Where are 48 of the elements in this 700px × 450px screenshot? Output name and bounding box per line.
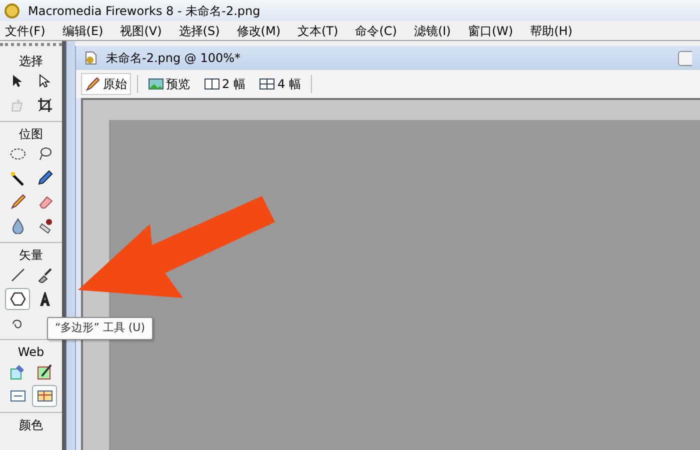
tool-icon	[36, 267, 52, 283]
menu-item[interactable]: 窗口(W)	[468, 22, 514, 40]
section-heading: 矢量	[18, 247, 44, 264]
tool-icon	[36, 218, 52, 234]
tool-icon	[10, 364, 26, 380]
tab-icon	[204, 76, 220, 92]
tool-icon	[10, 170, 26, 186]
menu-item[interactable]: 修改(M)	[236, 22, 280, 40]
window-control-button[interactable]	[678, 50, 692, 66]
menu-item[interactable]: 文本(T)	[298, 22, 338, 40]
menu-item[interactable]: 选择(S)	[178, 22, 220, 40]
document-icon	[84, 51, 98, 65]
tool-icon	[36, 388, 52, 404]
menu-item[interactable]: 命令(C)	[355, 22, 397, 40]
tool-icon	[10, 194, 26, 210]
tool-icon	[36, 146, 52, 162]
tool-icon	[10, 146, 26, 162]
document-title: 未命名-2.png @ 100%*	[106, 50, 241, 67]
tooltip: “多边形” 工具 (U)	[47, 317, 154, 340]
section-heading: Web	[16, 344, 46, 361]
tool-icon	[36, 364, 52, 380]
menu-item[interactable]: 文件(F)	[5, 22, 46, 40]
menu-item[interactable]: 滤镜(I)	[414, 22, 451, 40]
tool-icon	[10, 388, 26, 404]
tool-icon	[10, 267, 26, 283]
tool-icon	[36, 73, 52, 89]
view-tab[interactable]: 预览	[144, 73, 194, 95]
menu-item[interactable]: 编辑(E)	[62, 22, 104, 40]
tool-icon	[36, 97, 52, 113]
section-heading: 位图	[18, 126, 44, 143]
window-title: Macromedia Fireworks 8 - 未命名-2.png	[28, 2, 260, 20]
section-heading: 颜色	[18, 417, 44, 434]
tab-icon	[85, 76, 101, 92]
tab-icon	[259, 76, 276, 92]
menu-item[interactable]: 视图(V)	[120, 22, 162, 40]
view-tab[interactable]: 4 幅	[255, 73, 305, 95]
tool-icon	[36, 170, 52, 186]
tab-icon	[148, 76, 164, 92]
tool-button[interactable]	[5, 288, 30, 310]
app-logo-icon	[4, 2, 20, 18]
tool-icon	[36, 194, 52, 210]
section-heading: 选择	[18, 53, 44, 70]
view-tab[interactable]: 原始	[81, 73, 131, 95]
tool-icon	[10, 218, 26, 234]
tool-icon	[10, 97, 26, 113]
view-tab[interactable]: 2 幅	[200, 73, 250, 95]
menu-item[interactable]: 帮助(H)	[530, 22, 572, 40]
tool-icon	[10, 291, 26, 307]
